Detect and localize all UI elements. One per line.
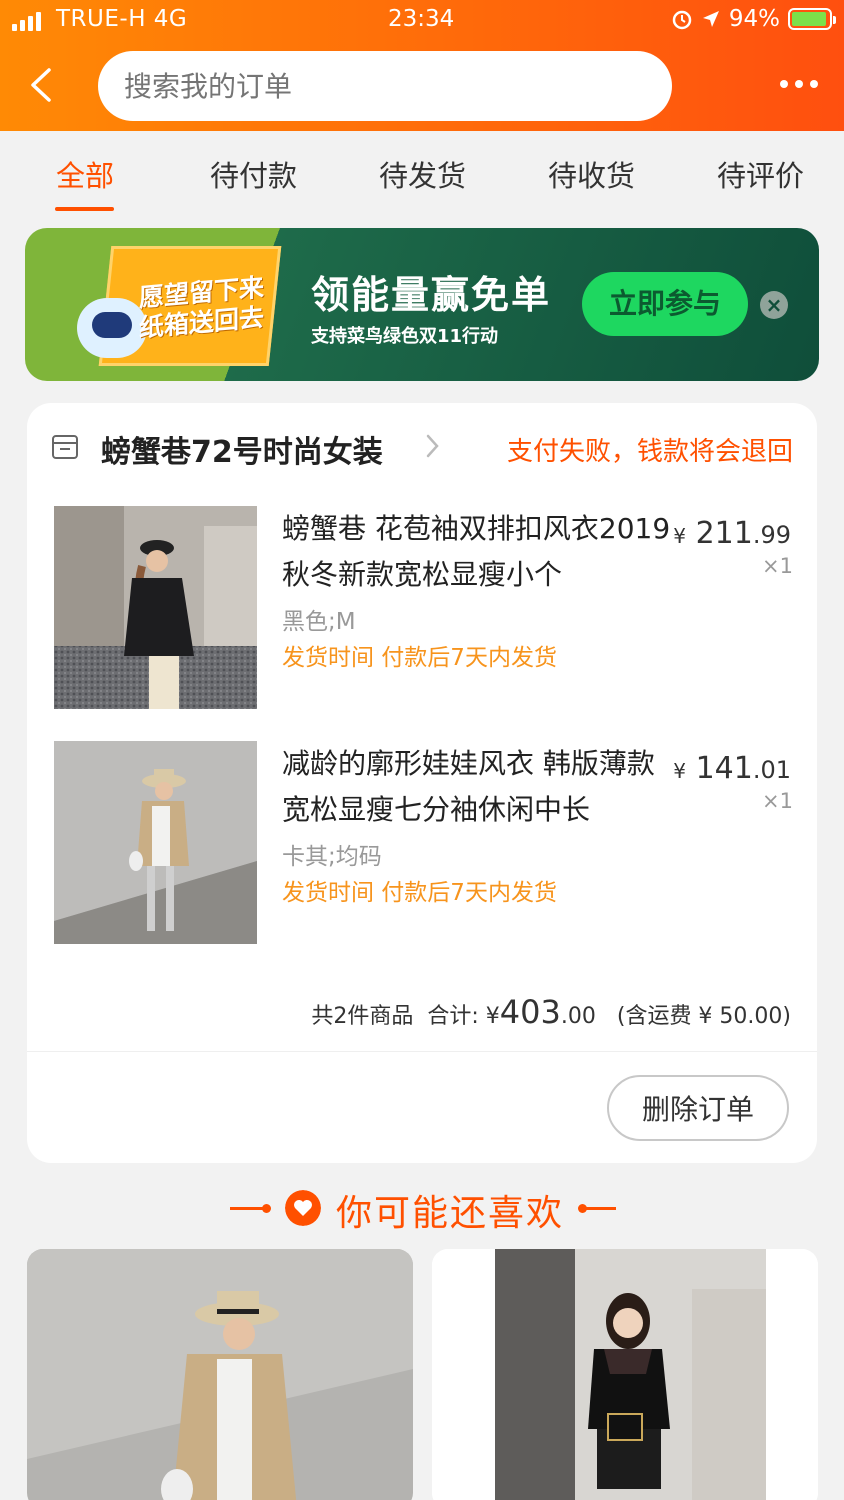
battery-percent: 94%: [728, 6, 780, 32]
battery-icon: [788, 8, 836, 30]
product-quantity: ×1: [762, 789, 793, 813]
product-price: ¥ 141.01: [673, 751, 791, 786]
carrier-label: TRUE-H 4G: [56, 6, 188, 32]
search-input[interactable]: [98, 51, 672, 121]
product-thumbnail[interactable]: [54, 506, 257, 709]
tab-pending-review[interactable]: 待评价: [717, 153, 804, 195]
tab-pending-receipt[interactable]: 待收货: [548, 153, 635, 195]
shipping-time: 发货时间 付款后7天内发货: [282, 645, 557, 671]
banner-title: 领能量赢免单: [311, 273, 552, 317]
clock: 23:34: [388, 6, 455, 32]
join-now-button[interactable]: 立即参与: [582, 272, 748, 336]
alarm-icon: [672, 10, 692, 30]
robot-mascot-icon: [77, 298, 147, 358]
location-arrow-icon: [702, 11, 719, 27]
shop-header[interactable]: 螃蟹巷72号时尚女装 支付失败，钱款将会退回: [27, 403, 817, 493]
recommended-product-image[interactable]: [27, 1249, 413, 1500]
order-status-text: 支付失败，钱款将会退回: [506, 437, 793, 467]
product-sku: 黑色;M: [282, 609, 356, 635]
order-item[interactable]: 减龄的廓形娃娃风衣 韩版薄款宽松显瘦七分袖休闲中长 卡其;均码 发货时间 付款后…: [27, 741, 817, 971]
tab-pending-payment[interactable]: 待付款: [210, 153, 297, 195]
tab-all[interactable]: 全部: [56, 153, 114, 195]
divider: [27, 1051, 817, 1052]
banner-box-text: 愿望留下来 纸箱送回去: [139, 272, 265, 343]
order-tabs: 全部 待付款 待发货 待收货 待评价: [0, 131, 844, 217]
product-quantity: ×1: [762, 554, 793, 578]
recommended-product-image[interactable]: [432, 1249, 818, 1500]
recommend-header: 你可能还喜欢: [0, 1180, 844, 1236]
status-bar: TRUE-H 4G 23:34 94%: [0, 6, 844, 38]
store-icon: [52, 435, 78, 459]
product-price: ¥ 211.99: [673, 516, 791, 551]
delete-order-button[interactable]: 删除订单: [607, 1075, 789, 1141]
order-summary: 共2件商品 合计: ¥403.00 (含运费 ¥ 50.00): [311, 993, 791, 1031]
shipping-time: 发货时间 付款后7天内发货: [282, 880, 557, 906]
search-bar[interactable]: [98, 51, 672, 121]
banner-subtitle: 支持菜鸟绿色双11行动: [311, 326, 499, 347]
product-thumbnail[interactable]: [54, 741, 257, 944]
recommended-product-card[interactable]: [432, 1249, 818, 1500]
order-card: 螃蟹巷72号时尚女装 支付失败，钱款将会退回 螃蟹巷 花苞袖双排扣风衣2019秋…: [27, 403, 817, 1163]
heart-icon: [285, 1190, 321, 1226]
back-icon[interactable]: [28, 68, 54, 102]
header: TRUE-H 4G 23:34 94%: [0, 0, 844, 131]
shop-name[interactable]: 螃蟹巷72号时尚女装: [101, 427, 383, 471]
recommend-title: 你可能还喜欢: [336, 1193, 565, 1234]
product-title[interactable]: 螃蟹巷 花苞袖双排扣风衣2019秋冬新款宽松显瘦小个: [282, 506, 674, 598]
chevron-right-icon: [426, 434, 439, 458]
more-icon[interactable]: [780, 80, 818, 88]
product-title[interactable]: 减龄的廓形娃娃风衣 韩版薄款宽松显瘦七分袖休闲中长: [282, 741, 674, 833]
tab-pending-shipment[interactable]: 待发货: [379, 153, 466, 195]
promo-banner[interactable]: 愿望留下来 纸箱送回去 领能量赢免单 支持菜鸟绿色双11行动 立即参与 ×: [25, 228, 819, 381]
recommended-product-card[interactable]: [27, 1249, 413, 1500]
active-tab-indicator: [55, 207, 114, 211]
close-icon[interactable]: ×: [760, 291, 788, 319]
product-sku: 卡其;均码: [282, 844, 382, 870]
signal-icon: [12, 12, 41, 31]
order-item[interactable]: 螃蟹巷 花苞袖双排扣风衣2019秋冬新款宽松显瘦小个 黑色;M 发货时间 付款后…: [27, 506, 817, 736]
